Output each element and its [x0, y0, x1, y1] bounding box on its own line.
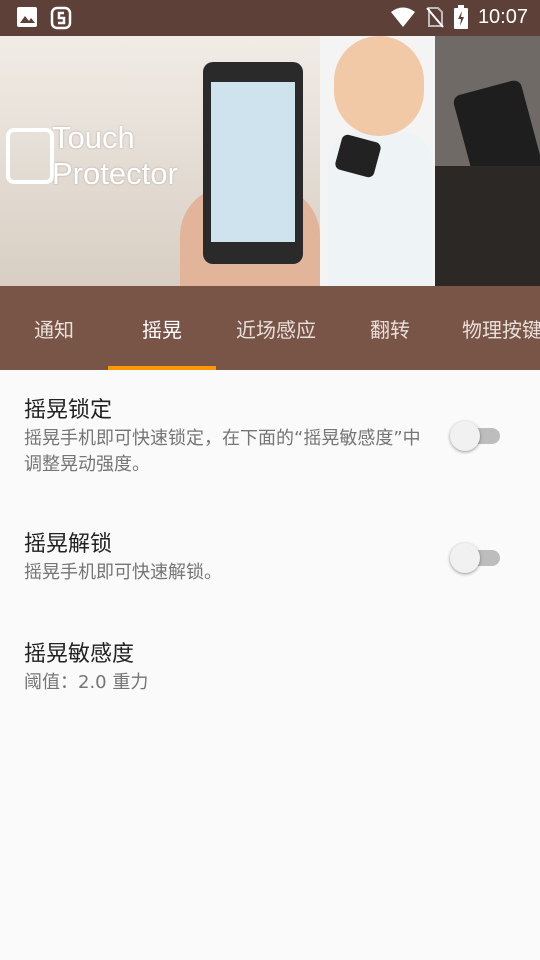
- no-sim-icon: [426, 7, 444, 28]
- logo-text-line1: Touch: [52, 120, 135, 155]
- setting-summary: 摇晃手机即可快速锁定，在下面的“摇晃敏感度”中调整晃动强度。: [24, 428, 421, 475]
- shake-unlock-toggle[interactable]: [450, 543, 500, 573]
- tab-active-indicator: [108, 366, 216, 370]
- tab-bar: 通知 摇晃 近场感应 翻转 物理按键: [0, 286, 540, 370]
- setting-summary: 阈值：2.0 重力: [24, 672, 149, 693]
- setting-shake-lock[interactable]: 摇晃锁定 摇晃手机即可快速锁定，在下面的“摇晃敏感度”中调整晃动强度。: [24, 396, 424, 478]
- setting-shake-unlock[interactable]: 摇晃解锁 摇晃手机即可快速解锁。: [24, 530, 424, 586]
- setting-title: 摇晃敏感度: [24, 642, 135, 667]
- setting-title: 摇晃锁定: [24, 398, 113, 423]
- header-banner-image: Touch Protector: [0, 36, 540, 286]
- wifi-icon: [390, 7, 415, 27]
- app-notification-icon: [50, 6, 72, 30]
- status-right-icons: 10:07: [390, 5, 528, 29]
- pocket-graphic: [435, 166, 540, 286]
- tab-proximity[interactable]: 近场感应: [216, 286, 336, 370]
- setting-summary: 摇晃手机即可快速解锁。: [24, 562, 222, 583]
- tab-shake[interactable]: 摇晃: [108, 286, 216, 370]
- switch-thumb: [450, 543, 480, 573]
- setting-shake-sensitivity[interactable]: 摇晃敏感度 阈值：2.0 重力: [24, 640, 424, 696]
- logo-text-line2: Protector: [52, 156, 178, 191]
- status-bar: 10:07: [0, 0, 540, 36]
- app-logo-text: Touch Protector: [52, 120, 178, 192]
- shake-lock-toggle[interactable]: [450, 421, 500, 451]
- setting-title: 摇晃解锁: [24, 532, 113, 557]
- tab-physical-keys[interactable]: 物理按键: [444, 286, 540, 370]
- switch-thumb: [450, 421, 480, 451]
- status-time: 10:07: [477, 5, 528, 28]
- status-left-icons: [16, 6, 72, 30]
- battery-charging-icon: [453, 5, 468, 29]
- image-icon: [17, 7, 37, 27]
- app-logo-icon: [6, 128, 54, 184]
- banner-panel-pocket: [435, 36, 540, 286]
- phone-map-screen: [211, 82, 295, 242]
- phone-graphic: [203, 62, 303, 264]
- tab-flip[interactable]: 翻转: [336, 286, 444, 370]
- tab-notification[interactable]: 通知: [0, 286, 108, 370]
- banner-panel-baby: [320, 36, 435, 286]
- banner-panel-hand-phone: Touch Protector: [0, 36, 320, 286]
- baby-head-graphic: [334, 36, 424, 136]
